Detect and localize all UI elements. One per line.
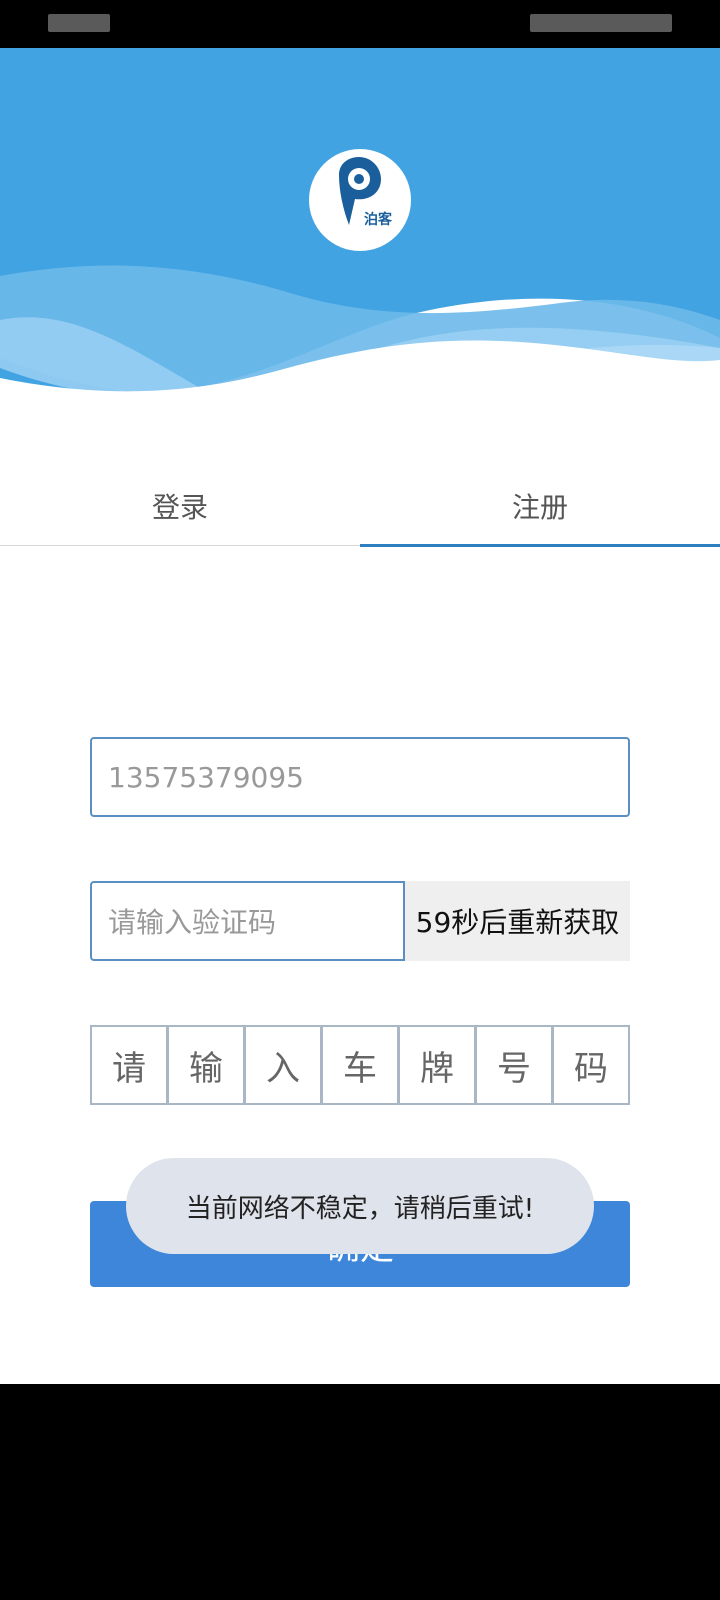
- resend-code-button[interactable]: 59秒后重新获取: [405, 881, 630, 961]
- navigation-bar: [0, 1384, 720, 1600]
- tab-login[interactable]: 登录: [0, 488, 360, 546]
- auth-tabs: 登录 注册: [0, 488, 720, 547]
- verification-code-input[interactable]: 请输入验证码: [90, 881, 405, 961]
- toast-message: 当前网络不稳定，请稍后重试!: [126, 1158, 594, 1254]
- active-tab-indicator: [360, 544, 720, 547]
- register-screen: 泊客 登录 注册 13575379095 请输入验证码 59秒后重新获取 请 输…: [0, 48, 720, 1384]
- plate-char-box-2[interactable]: 输: [167, 1025, 245, 1105]
- code-placeholder: 请输入验证码: [108, 906, 277, 939]
- map-pin-icon: [339, 157, 381, 225]
- phone-input[interactable]: 13575379095: [90, 737, 630, 817]
- status-bar-left-blur: [48, 14, 110, 32]
- tab-register[interactable]: 注册: [360, 488, 720, 546]
- plate-char-box-3[interactable]: 入: [244, 1025, 322, 1105]
- phone-placeholder: 13575379095: [108, 760, 304, 794]
- plate-char-box-5[interactable]: 牌: [398, 1025, 476, 1105]
- plate-char-box-7[interactable]: 码: [552, 1025, 630, 1105]
- plate-char-box-4[interactable]: 车: [321, 1025, 399, 1105]
- header-banner: 泊客: [0, 48, 720, 408]
- app-logo: 泊客: [309, 149, 411, 251]
- status-bar-right-blur: [530, 14, 672, 32]
- brand-label: 泊客: [364, 212, 392, 228]
- plate-char-box-6[interactable]: 号: [475, 1025, 553, 1105]
- plate-char-box-1[interactable]: 请: [90, 1025, 168, 1105]
- status-bar: [0, 0, 720, 48]
